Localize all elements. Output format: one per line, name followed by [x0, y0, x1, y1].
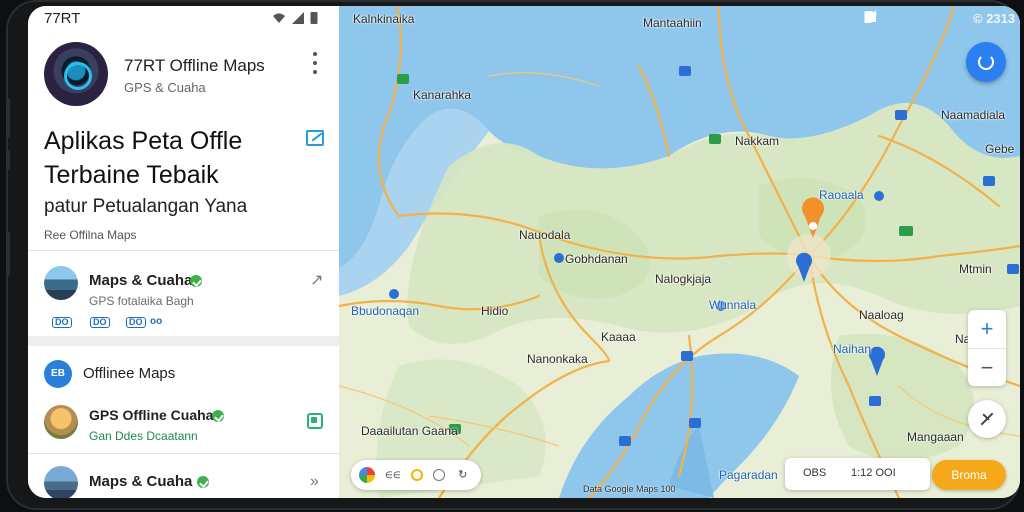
layers-icon[interactable]: ∈∈	[385, 467, 401, 483]
action-button[interactable]: Broma	[932, 460, 1006, 490]
signal-icon	[292, 11, 304, 24]
zoom-in-button[interactable]: +	[968, 310, 1006, 348]
card-subtitle: Gan Ddes Dcaatann	[89, 429, 198, 443]
map-label: Pagaradan	[719, 468, 778, 482]
app-logo	[44, 42, 108, 106]
map-label: Wunnala	[709, 298, 757, 312]
map-label: Naaloag	[859, 308, 904, 322]
battery-icon	[310, 12, 318, 24]
map-label: Kaaaa	[601, 330, 636, 344]
clock-icon[interactable]	[432, 469, 445, 481]
chip[interactable]: DO	[90, 317, 110, 328]
screen: 77RT 77RT Offline Maps GPS & Cuaha Aplik…	[28, 6, 1020, 498]
page-title: Aplikas Peta Offle Terbaine Tebaik	[44, 124, 314, 192]
zoom-out-button[interactable]: −	[968, 348, 1006, 386]
volume-down-button[interactable]	[6, 232, 10, 276]
app-name: 77RT Offline Maps	[124, 56, 265, 75]
compass-icon[interactable]	[968, 400, 1006, 438]
status-time: © 2313	[973, 11, 1016, 26]
share-icon[interactable]	[306, 130, 324, 146]
wifi-icon	[273, 13, 285, 23]
card-title: GPS Offline Cuaha	[89, 407, 214, 423]
verified-icon	[197, 476, 209, 488]
chevron-right-icon[interactable]: »	[310, 474, 324, 490]
caption: Ree Offilna Maps	[44, 228, 137, 242]
arrow-icon[interactable]: ↗	[310, 273, 324, 289]
map-label: Naihan	[833, 342, 872, 356]
map-label: Kalnkinaika	[353, 12, 415, 26]
status-icons	[272, 11, 318, 24]
thumbnail	[44, 266, 78, 300]
map-label: Raoaala	[819, 188, 864, 202]
map-label: Daaailutan Gaana	[361, 424, 458, 438]
divider	[28, 453, 339, 454]
title-line-1: Aplikas Peta Offle	[44, 127, 243, 155]
title-line-2: Terbaine Tebaik	[44, 161, 219, 189]
chip[interactable]: oo	[150, 316, 162, 327]
verified-icon	[190, 275, 202, 287]
map-label: Bbudonaqan	[351, 304, 420, 318]
chip[interactable]: DO	[126, 317, 146, 328]
thumbnail	[44, 405, 78, 439]
side-panel: 77RT 77RT Offline Maps GPS & Cuaha Aplik…	[28, 6, 339, 498]
map-view[interactable]: Kalnkinaika Mantaahiin Kanarahka Naamadi…	[339, 6, 1020, 498]
map-label: Nauodala	[519, 228, 571, 242]
map-label: Naamadiala	[941, 108, 1006, 122]
chip[interactable]: DO	[52, 317, 72, 328]
battery-icon	[864, 11, 872, 23]
thumbnail	[44, 466, 78, 498]
map-label: Nalogkjaja	[655, 272, 712, 286]
map-label: Nakkam	[735, 134, 780, 148]
download-icon[interactable]	[307, 413, 323, 429]
section-title: Offlinee Maps	[83, 365, 176, 382]
section-separator	[28, 336, 339, 346]
scale-bar: OBS 1:12 OOI	[785, 458, 930, 490]
map-label: Nanonkaka	[527, 352, 588, 366]
status-bar-label: 77RT	[44, 10, 81, 27]
map-tools-bar: ∈∈ ↻	[351, 460, 481, 490]
scale-label: OBS	[803, 467, 827, 479]
share-icon[interactable]: ↻	[455, 467, 471, 483]
zoom-controls: + −	[968, 310, 1006, 386]
scale-value: 1:12 OOI	[851, 467, 896, 479]
map-label: Gebe	[985, 142, 1015, 156]
volume-up-button[interactable]	[6, 98, 10, 138]
verified-icon	[212, 410, 224, 422]
tagline: patur Petualangan Yana	[44, 196, 248, 217]
map-label: Mantaahiin	[643, 16, 702, 30]
app-subtitle: GPS & Cuaha	[124, 80, 206, 95]
search-icon[interactable]	[410, 469, 423, 481]
device-frame: 77RT 77RT Offline Maps GPS & Cuaha Aplik…	[6, 0, 1020, 510]
map-label: Kanarahka	[413, 88, 472, 102]
map-label: Mangaaan	[907, 430, 964, 444]
map-label: Mtmin	[959, 262, 992, 276]
card-title: Maps & Cuaha	[89, 272, 193, 289]
map-attribution: Data Google Maps 100	[583, 484, 676, 494]
card-title: Maps & Cuaha	[89, 473, 193, 490]
card-subtitle: GPS fotalaika Bagh	[89, 294, 194, 308]
map-label: Gobhdanan	[565, 252, 628, 266]
app-header: 77RT Offline Maps GPS & Cuaha	[28, 36, 339, 118]
more-options-icon[interactable]	[310, 52, 320, 74]
google-icon[interactable]	[359, 467, 375, 483]
offline-maps-icon: EB	[44, 360, 72, 388]
power-button[interactable]	[6, 150, 10, 170]
map-label: Hidio	[481, 304, 509, 318]
divider	[28, 250, 339, 251]
recenter-icon[interactable]	[966, 42, 1006, 82]
